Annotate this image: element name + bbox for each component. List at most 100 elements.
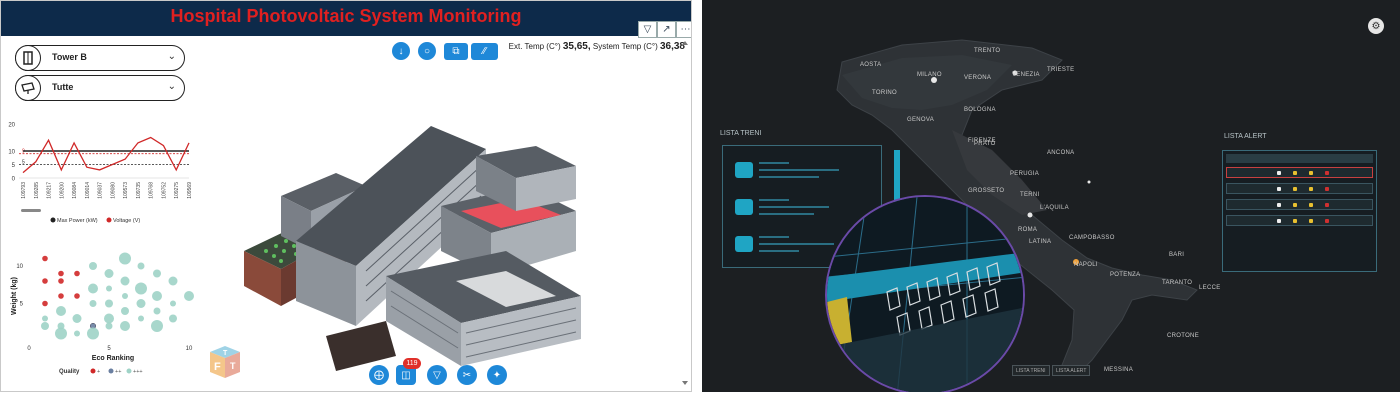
scatter-point: [58, 278, 64, 284]
scatter-point: [138, 315, 144, 322]
x-tick-label: 109735: [136, 182, 142, 199]
x-tick-label: 10: [186, 346, 193, 352]
reset-view-button[interactable]: ○: [418, 42, 436, 60]
train-row[interactable]: [731, 154, 881, 180]
pv-dashboard: Hospital Photovoltaic System Monitoring …: [0, 0, 692, 392]
scatter-point: [105, 322, 113, 330]
scatter-point: [137, 262, 145, 270]
x-tick-label: 109768: [149, 182, 155, 199]
vertical-scrollbar[interactable]: [681, 41, 689, 389]
cut-button[interactable]: ✂: [457, 365, 477, 385]
building-icon: [15, 45, 41, 71]
train-icon: [735, 236, 753, 252]
scatter-point: [72, 314, 82, 323]
y-tick-label: 10: [16, 264, 23, 270]
navigation-button[interactable]: ✦: [487, 365, 507, 385]
city-label: CROTONE: [1167, 333, 1199, 339]
filter-icon[interactable]: ▽: [638, 21, 657, 38]
title-bar: Hospital Photovoltaic System Monitoring: [1, 1, 691, 36]
orbit-button[interactable]: ⨁: [369, 365, 389, 385]
scatter-point: [42, 315, 48, 322]
alerts-table-header: [1226, 154, 1373, 163]
scatter-point: [184, 291, 194, 301]
cube-top-letter: T: [223, 350, 228, 357]
chart-scrollbar: [21, 209, 41, 212]
city-label: CAMPOBASSO: [1069, 235, 1115, 241]
y-tick-label: 10: [8, 150, 15, 156]
x-tick-label: 0: [27, 346, 31, 352]
scatter-point: [170, 300, 176, 307]
alert-row[interactable]: [1226, 215, 1373, 226]
train-icon: [735, 162, 753, 178]
x-tick-label: 5: [107, 346, 111, 352]
tab-train-list[interactable]: LISTA TRENI: [1012, 365, 1050, 376]
alerts-panel-title: LISTA ALERT: [1224, 133, 1267, 140]
scatter-point: [74, 293, 80, 299]
scatter-point: [121, 307, 129, 315]
expand-icon[interactable]: ↗: [657, 21, 676, 38]
scatter-point: [41, 322, 49, 330]
train-row[interactable]: [731, 191, 881, 217]
y-tick-label: 5: [12, 163, 16, 169]
trains-panel-title: LISTA TRENI: [720, 130, 762, 137]
x-tick-label: 109752: [161, 182, 167, 199]
scatter-point: [55, 327, 67, 340]
x-tick-label: 109200: [59, 182, 65, 199]
settings-gear-icon[interactable]: ⚙: [1368, 18, 1384, 34]
city-label: TRIESTE: [1047, 67, 1075, 73]
city-label: TORINO: [872, 90, 898, 96]
scatter-point: [42, 255, 48, 262]
city-label: PERUGIA: [1010, 171, 1040, 177]
download-button[interactable]: ↓: [392, 42, 410, 60]
more-options-icon[interactable]: ⋯: [676, 21, 691, 38]
cube-front-letter: F: [214, 361, 221, 373]
scatter-point: [120, 276, 130, 286]
city-label: POTENZA: [1110, 272, 1141, 278]
scatter-point: [104, 313, 114, 324]
x-tick-label: 109080: [110, 182, 116, 199]
x-tick-label: 109285: [34, 182, 40, 199]
city-label: TERNI: [1020, 192, 1040, 198]
legend-label: +: [97, 369, 100, 375]
panel-type-dropdown[interactable]: Tutte ⌄: [15, 75, 185, 101]
city-label: AOSTA: [860, 62, 882, 68]
reference-line-label: 5: [22, 160, 25, 166]
x-tick-label: 109569: [187, 182, 193, 199]
city-label: ROMA: [1018, 227, 1038, 233]
sys-temp-label: System Temp (C°): [592, 42, 658, 51]
train-interior-lens[interactable]: [825, 195, 1025, 392]
scatter-point: [168, 276, 178, 286]
scatter-point: [42, 300, 48, 307]
x-tick-label: 109037: [98, 182, 104, 199]
alert-row[interactable]: [1226, 183, 1373, 194]
view-cube-icon[interactable]: T F T: [208, 344, 242, 380]
scatter-point: [153, 269, 161, 278]
scatter-point: [152, 291, 162, 301]
scatter-point: [135, 282, 147, 295]
y-tick-label: 0: [12, 177, 16, 183]
alert-row[interactable]: [1226, 167, 1373, 178]
alert-row[interactable]: [1226, 199, 1373, 210]
legend-label: +++: [133, 369, 143, 375]
filter-clear-button[interactable]: ▽: [427, 365, 447, 385]
city-label: NAPOLI: [1074, 262, 1098, 268]
city-label: TARANTO: [1162, 280, 1193, 286]
scatter-point: [89, 262, 97, 270]
scatter-point: [122, 293, 128, 299]
city-label: LATINA: [1029, 239, 1052, 245]
hospital-3d-model[interactable]: [236, 111, 596, 381]
legend-marker: [108, 368, 114, 374]
scatter-point: [119, 252, 131, 265]
model-count-badge: 119: [403, 358, 421, 369]
tab-alert-list[interactable]: LISTA ALERT: [1052, 365, 1091, 376]
scatter-point: [120, 321, 130, 331]
city-label: TRENTO: [974, 48, 1001, 54]
dashboard-title: Hospital Photovoltaic System Monitoring: [170, 6, 522, 26]
tower-dropdown[interactable]: Tower B ⌄: [15, 45, 185, 71]
ext-temp-value: 35,65,: [562, 41, 591, 52]
legend-label: Voltage (V): [113, 218, 140, 224]
y-tick-label: 20: [8, 123, 15, 129]
scatter-point: [74, 330, 80, 337]
section-button[interactable]: ⁄⁄: [471, 43, 498, 60]
copy-button[interactable]: ⧉: [444, 43, 468, 60]
